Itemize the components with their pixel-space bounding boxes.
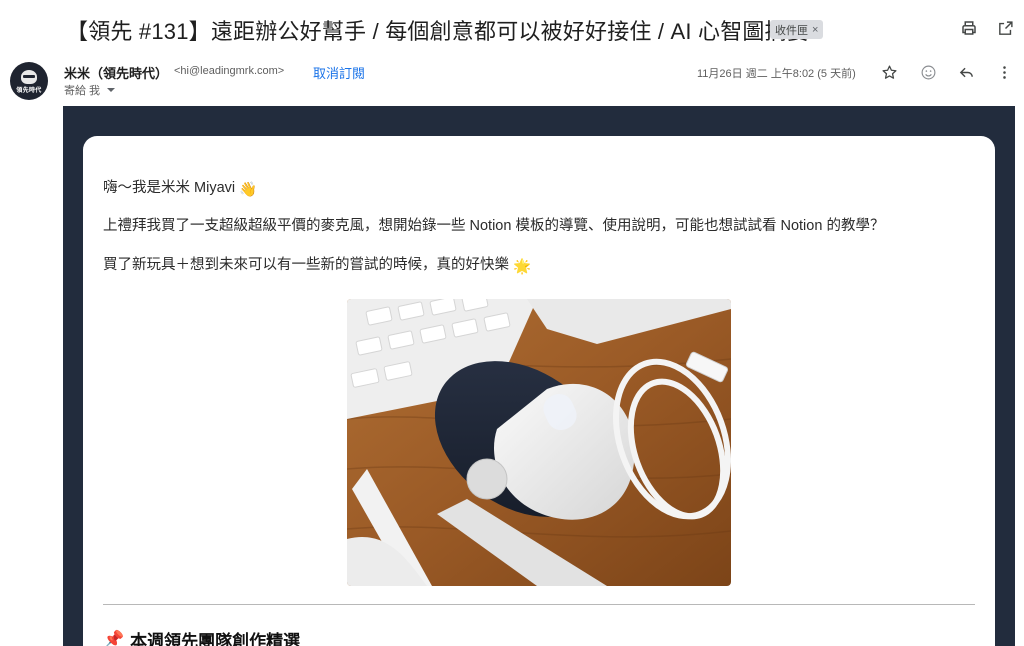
microphone-photo	[347, 299, 731, 586]
section-divider	[103, 604, 975, 605]
waving-hand-icon: 👋	[239, 182, 258, 198]
reply-icon[interactable]	[956, 62, 976, 82]
print-icon[interactable]	[959, 18, 979, 38]
chevron-down-icon	[107, 88, 116, 92]
remove-label-icon[interactable]: ×	[812, 24, 818, 36]
email-subject: 【領先 #131】遠距辦公好幫手 / 每個創意都可以被好好接住 / AI 心智圖…	[66, 19, 810, 44]
section-title: 📌 本週領先團隊創作精選	[103, 627, 300, 646]
inbox-label-chip[interactable]: 收件匣 ×	[770, 20, 824, 39]
paragraph-two-label: 買了新玩具＋想到未來可以有一些新的嘗試的時候，真的好快樂	[103, 257, 509, 273]
sender-avatar[interactable]: 領先時代	[10, 62, 48, 100]
recipients-toggle[interactable]: 寄給 我	[64, 82, 116, 98]
paragraph-one: 上禮拜我買了一支超級超級平價的麥克風，想開始錄一些 Notion 模板的導覽、使…	[103, 218, 885, 234]
greeting-label: 嗨～我是米米 Miyavi	[103, 180, 236, 196]
sparkle-star-icon: 🌟	[513, 259, 532, 275]
emoji-icon[interactable]	[918, 62, 938, 82]
avatar-face-icon	[21, 70, 37, 84]
sender-name[interactable]: 米米（領先時代）	[64, 63, 168, 82]
paragraph-two: 買了新玩具＋想到未來可以有一些新的嘗試的時候，真的好快樂 🌟	[103, 253, 531, 275]
avatar-text: 領先時代	[16, 88, 42, 94]
greeting-text: 嗨～我是米米 Miyavi 👋	[103, 176, 257, 198]
inbox-label-text: 收件匣	[775, 24, 808, 37]
star-icon[interactable]	[879, 62, 899, 82]
pushpin-icon: 📌	[103, 629, 125, 646]
section-title-label: 本週領先團隊創作精選	[130, 632, 301, 646]
email-date: 11月26日 週二 上午8:02 (5 天前)	[697, 68, 856, 80]
open-in-new-window-icon[interactable]	[995, 18, 1015, 38]
unsubscribe-link[interactable]: 取消訂閱	[313, 63, 365, 82]
more-vert-icon[interactable]	[994, 62, 1014, 82]
sender-email: <hi@leadingmrk.com>	[174, 65, 285, 77]
to-me-label: 寄給 我	[64, 85, 101, 97]
subject-row: 【領先 #131】遠距辦公好幫手 / 每個創意都可以被好好接住 / AI 心智圖…	[0, 0, 1024, 56]
